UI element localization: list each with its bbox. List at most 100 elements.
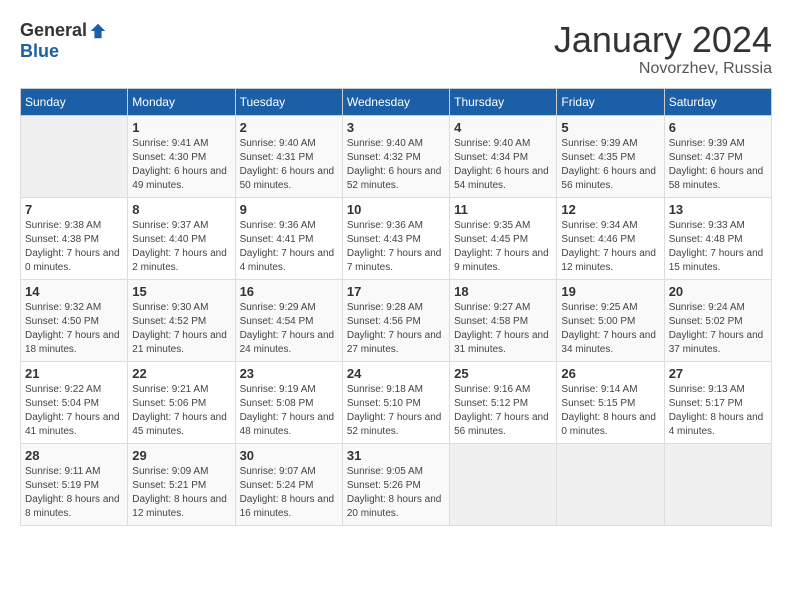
calendar-cell: 12 Sunrise: 9:34 AMSunset: 4:46 PMDayligh… <box>557 197 664 279</box>
day-info: Sunrise: 9:14 AMSunset: 5:15 PMDaylight:… <box>561 383 659 439</box>
day-info: Sunrise: 9:07 AMSunset: 5:24 PMDaylight:… <box>240 465 338 521</box>
day-number: 4 <box>454 120 552 135</box>
day-number: 15 <box>132 284 230 299</box>
calendar-cell: 18Sunrise: 9:27 AMSunset: 4:58 PMDayligh… <box>450 279 557 361</box>
calendar-cell: 17 Sunrise: 9:28 AMSunset: 4:56 PMDayligh… <box>342 279 449 361</box>
weekday-header-row: SundayMondayTuesdayWednesdayThursdayFrid… <box>21 88 772 115</box>
day-number: 31 <box>347 448 445 463</box>
weekday-header-saturday: Saturday <box>664 88 771 115</box>
calendar-cell: 16 Sunrise: 9:29 AMSunset: 4:54 PMDayligh… <box>235 279 342 361</box>
day-info: Sunrise: 9:37 AMSunset: 4:40 PMDaylight:… <box>132 219 230 275</box>
calendar-cell <box>557 443 664 525</box>
day-info: Sunrise: 9:35 AMSunset: 4:45 PMDaylight:… <box>454 219 552 275</box>
day-number: 10 <box>347 202 445 217</box>
title-block: January 2024 Novorzhev, Russia <box>554 20 772 78</box>
day-number: 5 <box>561 120 659 135</box>
day-info: Sunrise: 9:25 AMSunset: 5:00 PMDaylight:… <box>561 301 659 357</box>
day-info: Sunrise: 9:18 AMSunset: 5:10 PMDaylight:… <box>347 383 445 439</box>
calendar-cell: 5 Sunrise: 9:39 AMSunset: 4:35 PMDaylight… <box>557 115 664 197</box>
calendar-cell: 6 Sunrise: 9:39 AMSunset: 4:37 PMDaylight… <box>664 115 771 197</box>
day-number: 23 <box>240 366 338 381</box>
calendar-cell: 29 Sunrise: 9:09 AMSunset: 5:21 PMDayligh… <box>128 443 235 525</box>
logo-general-text: General <box>20 20 87 41</box>
calendar-cell: 15Sunrise: 9:30 AMSunset: 4:52 PMDayligh… <box>128 279 235 361</box>
day-info: Sunrise: 9:34 AMSunset: 4:46 PMDaylight:… <box>561 219 659 275</box>
calendar-cell: 10 Sunrise: 9:36 AMSunset: 4:43 PMDayligh… <box>342 197 449 279</box>
calendar-week-row: 1 Sunrise: 9:41 AMSunset: 4:30 PMDaylight… <box>21 115 772 197</box>
calendar-cell <box>450 443 557 525</box>
calendar-cell: 4Sunrise: 9:40 AMSunset: 4:34 PMDaylight… <box>450 115 557 197</box>
day-info: Sunrise: 9:28 AMSunset: 4:56 PMDaylight:… <box>347 301 445 357</box>
weekday-header-monday: Monday <box>128 88 235 115</box>
weekday-header-thursday: Thursday <box>450 88 557 115</box>
calendar-cell: 1 Sunrise: 9:41 AMSunset: 4:30 PMDaylight… <box>128 115 235 197</box>
weekday-header-tuesday: Tuesday <box>235 88 342 115</box>
day-number: 16 <box>240 284 338 299</box>
weekday-header-friday: Friday <box>557 88 664 115</box>
day-number: 13 <box>669 202 767 217</box>
day-info: Sunrise: 9:22 AMSunset: 5:04 PMDaylight:… <box>25 383 123 439</box>
calendar-cell: 24 Sunrise: 9:18 AMSunset: 5:10 PMDayligh… <box>342 361 449 443</box>
day-number: 6 <box>669 120 767 135</box>
day-number: 22 <box>132 366 230 381</box>
page-header: General Blue January 2024 Novorzhev, Rus… <box>20 20 772 78</box>
day-info: Sunrise: 9:40 AMSunset: 4:32 PMDaylight:… <box>347 137 445 193</box>
day-number: 28 <box>25 448 123 463</box>
day-number: 30 <box>240 448 338 463</box>
calendar-cell: 14 Sunrise: 9:32 AMSunset: 4:50 PMDayligh… <box>21 279 128 361</box>
location-subtitle: Novorzhev, Russia <box>554 60 772 78</box>
calendar-cell: 7 Sunrise: 9:38 AMSunset: 4:38 PMDaylight… <box>21 197 128 279</box>
day-info: Sunrise: 9:05 AMSunset: 5:26 PMDaylight:… <box>347 465 445 521</box>
logo-blue-text: Blue <box>20 41 59 62</box>
day-number: 26 <box>561 366 659 381</box>
month-title: January 2024 <box>554 20 772 60</box>
logo-icon <box>89 22 107 40</box>
calendar-week-row: 14 Sunrise: 9:32 AMSunset: 4:50 PMDayligh… <box>21 279 772 361</box>
day-number: 11 <box>454 202 552 217</box>
day-number: 17 <box>347 284 445 299</box>
day-number: 1 <box>132 120 230 135</box>
day-number: 25 <box>454 366 552 381</box>
day-info: Sunrise: 9:39 AMSunset: 4:37 PMDaylight:… <box>669 137 767 193</box>
calendar-cell: 11 Sunrise: 9:35 AMSunset: 4:45 PMDayligh… <box>450 197 557 279</box>
calendar-cell: 30 Sunrise: 9:07 AMSunset: 5:24 PMDayligh… <box>235 443 342 525</box>
calendar-cell: 22Sunrise: 9:21 AMSunset: 5:06 PMDayligh… <box>128 361 235 443</box>
calendar-cell: 28 Sunrise: 9:11 AMSunset: 5:19 PMDayligh… <box>21 443 128 525</box>
day-info: Sunrise: 9:29 AMSunset: 4:54 PMDaylight:… <box>240 301 338 357</box>
calendar-cell: 2Sunrise: 9:40 AMSunset: 4:31 PMDaylight… <box>235 115 342 197</box>
day-number: 21 <box>25 366 123 381</box>
day-info: Sunrise: 9:38 AMSunset: 4:38 PMDaylight:… <box>25 219 123 275</box>
calendar-cell: 27Sunrise: 9:13 AMSunset: 5:17 PMDayligh… <box>664 361 771 443</box>
day-number: 29 <box>132 448 230 463</box>
day-number: 8 <box>132 202 230 217</box>
day-info: Sunrise: 9:40 AMSunset: 4:31 PMDaylight:… <box>240 137 338 193</box>
weekday-header-wednesday: Wednesday <box>342 88 449 115</box>
calendar-cell: 20Sunrise: 9:24 AMSunset: 5:02 PMDayligh… <box>664 279 771 361</box>
calendar-cell: 8 Sunrise: 9:37 AMSunset: 4:40 PMDaylight… <box>128 197 235 279</box>
day-number: 14 <box>25 284 123 299</box>
calendar-cell: 3Sunrise: 9:40 AMSunset: 4:32 PMDaylight… <box>342 115 449 197</box>
day-info: Sunrise: 9:36 AMSunset: 4:41 PMDaylight:… <box>240 219 338 275</box>
day-number: 24 <box>347 366 445 381</box>
day-number: 7 <box>25 202 123 217</box>
day-info: Sunrise: 9:11 AMSunset: 5:19 PMDaylight:… <box>25 465 123 521</box>
day-number: 19 <box>561 284 659 299</box>
logo: General Blue <box>20 20 107 62</box>
day-info: Sunrise: 9:39 AMSunset: 4:35 PMDaylight:… <box>561 137 659 193</box>
day-number: 12 <box>561 202 659 217</box>
calendar-cell: 31 Sunrise: 9:05 AMSunset: 5:26 PMDayligh… <box>342 443 449 525</box>
day-info: Sunrise: 9:09 AMSunset: 5:21 PMDaylight:… <box>132 465 230 521</box>
calendar-cell: 26 Sunrise: 9:14 AMSunset: 5:15 PMDayligh… <box>557 361 664 443</box>
calendar-cell <box>21 115 128 197</box>
day-info: Sunrise: 9:41 AMSunset: 4:30 PMDaylight:… <box>132 137 230 193</box>
day-info: Sunrise: 9:16 AMSunset: 5:12 PMDaylight:… <box>454 383 552 439</box>
day-number: 27 <box>669 366 767 381</box>
day-info: Sunrise: 9:32 AMSunset: 4:50 PMDaylight:… <box>25 301 123 357</box>
day-info: Sunrise: 9:36 AMSunset: 4:43 PMDaylight:… <box>347 219 445 275</box>
calendar-cell: 9Sunrise: 9:36 AMSunset: 4:41 PMDaylight… <box>235 197 342 279</box>
day-number: 20 <box>669 284 767 299</box>
calendar-cell: 19 Sunrise: 9:25 AMSunset: 5:00 PMDayligh… <box>557 279 664 361</box>
calendar-cell: 13Sunrise: 9:33 AMSunset: 4:48 PMDayligh… <box>664 197 771 279</box>
calendar-cell: 25 Sunrise: 9:16 AMSunset: 5:12 PMDayligh… <box>450 361 557 443</box>
calendar-week-row: 7 Sunrise: 9:38 AMSunset: 4:38 PMDaylight… <box>21 197 772 279</box>
